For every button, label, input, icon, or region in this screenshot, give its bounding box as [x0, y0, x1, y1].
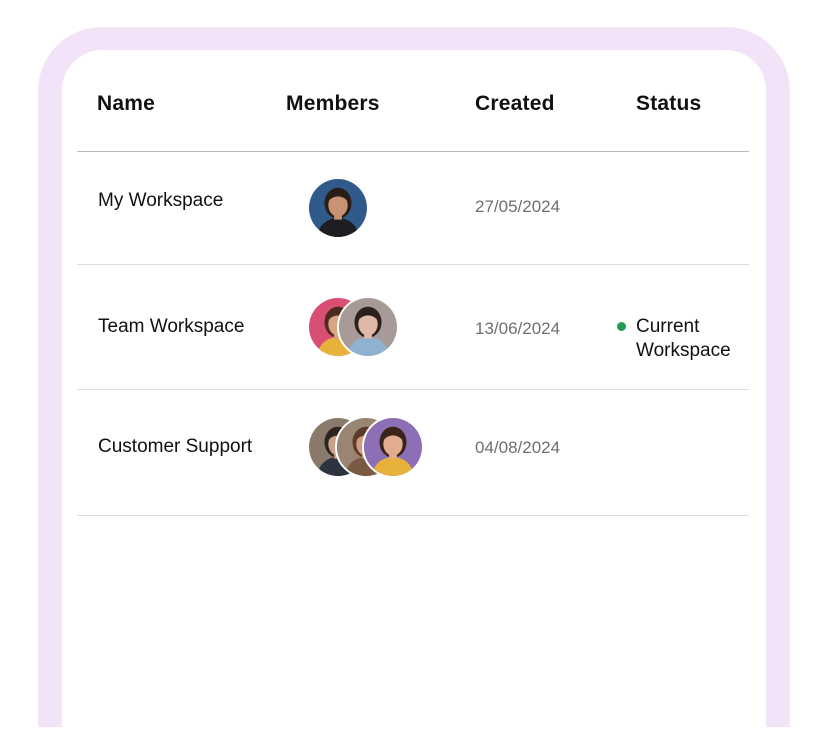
- column-header-created: Created: [475, 92, 555, 115]
- status-badge: Current Workspace: [617, 315, 756, 363]
- status-text: Current Workspace: [636, 316, 731, 361]
- workspace-name: Team Workspace: [98, 316, 245, 337]
- table-header: Name Members Created Status: [77, 78, 749, 152]
- created-date: 27/05/2024: [475, 197, 561, 216]
- created-date: 13/06/2024: [475, 319, 561, 338]
- avatar-woman-dark-hair-icon[interactable]: [337, 296, 399, 358]
- avatar-woman-purple-bg-icon[interactable]: [362, 416, 424, 478]
- table-row[interactable]: Customer Support 04/08/2024: [77, 389, 749, 516]
- workspace-name: Customer Support: [98, 436, 253, 457]
- avatar-man-suit-icon[interactable]: [307, 177, 369, 239]
- table-row[interactable]: Team Workspace 13/06/2024 Current Worksp…: [77, 264, 749, 390]
- created-date: 04/08/2024: [475, 438, 561, 457]
- status-dot-icon: [617, 322, 626, 331]
- table-row[interactable]: My Workspace 27/05/2024: [77, 152, 749, 265]
- column-header-status: Status: [636, 92, 702, 115]
- column-header-name: Name: [97, 92, 155, 115]
- workspace-name: My Workspace: [98, 190, 224, 211]
- column-header-members: Members: [286, 92, 380, 115]
